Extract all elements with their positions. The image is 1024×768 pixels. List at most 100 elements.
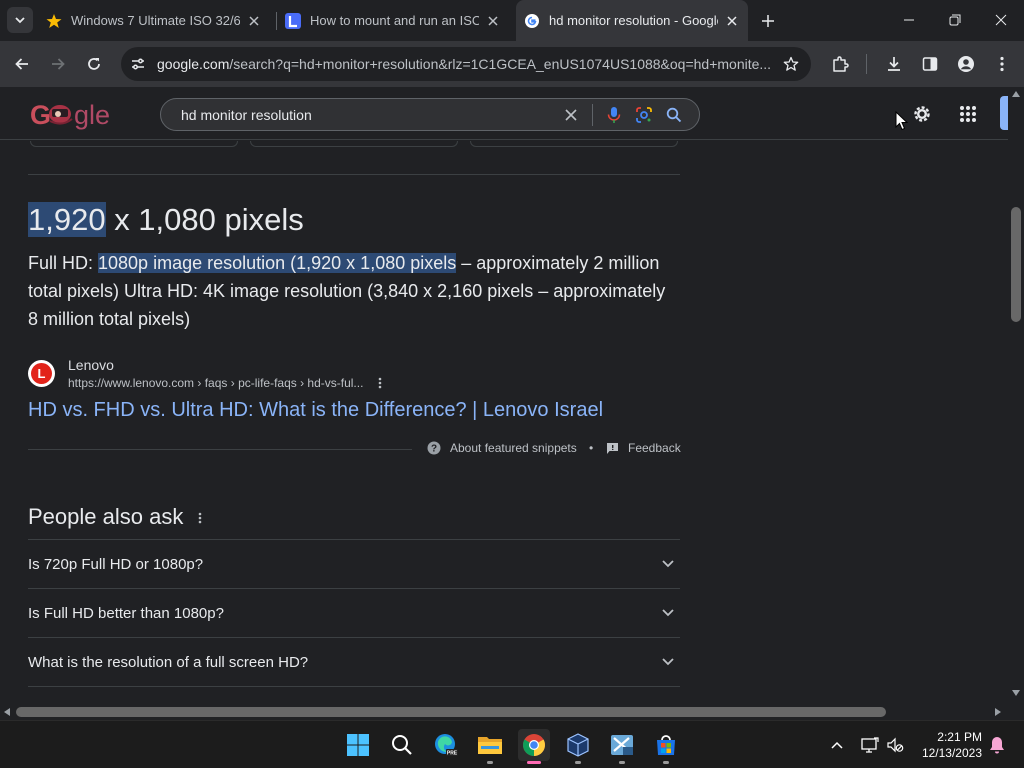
file-explorer-icon[interactable]	[474, 729, 506, 761]
letter-l-icon	[285, 12, 301, 29]
scroll-up-arrow-icon[interactable]	[1012, 91, 1020, 97]
footer-divider	[28, 449, 412, 450]
vertical-scrollbar-thumb[interactable]	[1011, 207, 1021, 322]
vertical-scrollbar[interactable]	[1008, 87, 1024, 704]
search-icon[interactable]	[386, 729, 418, 761]
show-hidden-icons-chevron-up-icon[interactable]	[822, 729, 852, 761]
close-tab-icon[interactable]	[485, 13, 501, 29]
close-window-button[interactable]	[978, 0, 1024, 40]
people-also-ask-heading: People also ask	[28, 504, 184, 529]
about-featured-snippets-link[interactable]: ? About featured snippets	[427, 441, 577, 455]
chevron-down-icon	[656, 650, 680, 674]
lenovo-favicon-icon: L	[28, 360, 55, 387]
virtualbox-icon[interactable]	[562, 729, 594, 761]
profile-button[interactable]	[952, 50, 980, 78]
site-settings-icon[interactable]	[125, 51, 151, 77]
volume-muted-icon[interactable]	[880, 729, 910, 761]
close-tab-icon[interactable]	[724, 13, 740, 29]
tab-title: Windows 7 Ultimate ISO 32/64-	[71, 13, 240, 28]
search-box[interactable]: hd monitor resolution	[160, 98, 700, 131]
chevron-down-icon	[15, 17, 25, 24]
chrome-menu-button[interactable]	[988, 50, 1016, 78]
page-content: G gle hd monitor resolution 1,920 x 1,08…	[0, 87, 1008, 704]
windows-start-icon[interactable]	[342, 729, 374, 761]
people-also-ask-question[interactable]: Is Full HD better than 1080p?	[28, 588, 680, 637]
running-indicator	[487, 761, 493, 764]
side-panel-button[interactable]	[916, 50, 944, 78]
question-text: Is 720p Full HD or 1080p?	[28, 555, 204, 573]
snippet-footer: ? About featured snippets • Feedback	[28, 439, 681, 459]
mouse-cursor-icon	[895, 111, 909, 131]
feedback-link[interactable]: Feedback	[606, 441, 681, 455]
forward-button[interactable]	[44, 50, 72, 78]
bookmark-star-icon[interactable]	[777, 50, 805, 78]
footer-separator-dot: •	[589, 441, 594, 455]
horizontal-scrollbar[interactable]	[0, 704, 1008, 720]
help-circle-icon: ?	[427, 441, 441, 455]
chrome-icon[interactable]	[518, 729, 550, 761]
horizontal-scrollbar-thumb[interactable]	[16, 707, 886, 717]
tab-title: How to mount and run an ISO f	[310, 13, 479, 28]
tab-search-button[interactable]	[7, 7, 33, 33]
system-clock[interactable]: 2:21 PM 12/13/2023	[912, 729, 982, 761]
google-doodle-logo[interactable]: G gle	[30, 99, 114, 131]
scroll-down-arrow-icon[interactable]	[1012, 690, 1020, 696]
result-card-stub	[30, 141, 238, 147]
microphone-icon[interactable]	[599, 100, 629, 130]
result-card-stub	[250, 141, 458, 147]
arrow-right-icon	[52, 58, 65, 70]
result-options-icon[interactable]	[373, 374, 387, 392]
tab-hd-monitor-resolution[interactable]: hd monitor resolution - Google	[516, 0, 748, 41]
svg-text:G: G	[30, 100, 51, 130]
people-also-ask-question[interactable]: Is 720p Full HD or 1080p?	[28, 539, 680, 588]
clear-search-icon[interactable]	[556, 100, 586, 130]
minimize-button[interactable]	[886, 0, 932, 40]
settings-gear-icon[interactable]	[907, 99, 937, 129]
running-indicator	[663, 761, 669, 764]
minimize-icon	[904, 19, 914, 21]
browser-toolbar: google.com/search?q=hd+monitor+resolutio…	[0, 41, 1024, 87]
tab-windows7-iso[interactable]: Windows 7 Ultimate ISO 32/64-	[38, 6, 270, 35]
microsoft-store-icon[interactable]	[650, 729, 682, 761]
chevron-down-icon	[656, 601, 680, 625]
back-button[interactable]	[8, 50, 36, 78]
running-indicator	[619, 761, 625, 764]
snipping-tool-icon[interactable]	[606, 729, 638, 761]
search-icon[interactable]	[659, 100, 689, 130]
restore-icon	[949, 14, 961, 26]
svg-text:gle: gle	[74, 100, 110, 130]
svg-text:?: ?	[431, 444, 437, 455]
google-apps-grid-icon[interactable]	[953, 99, 983, 129]
new-tab-button[interactable]	[757, 10, 779, 32]
address-bar[interactable]: google.com/search?q=hd+monitor+resolutio…	[121, 47, 811, 81]
tab-mount-iso[interactable]: How to mount and run an ISO f	[277, 6, 509, 35]
people-also-ask-question[interactable]: What is the resolution of a full screen …	[28, 637, 680, 686]
featured-snippet-answer: 1,920 x 1,080 pixels	[28, 202, 304, 237]
chevron-down-icon	[656, 552, 680, 576]
restore-button[interactable]	[932, 0, 978, 40]
extensions-button[interactable]	[826, 50, 854, 78]
featured-snippet-text: Full HD: 1080p image resolution (1,920 x…	[28, 253, 666, 329]
puzzle-piece-icon	[833, 56, 849, 72]
result-title-link[interactable]: HD vs. FHD vs. Ultra HD: What is the Dif…	[28, 399, 603, 422]
vertical-dots-icon	[1000, 56, 1004, 72]
scroll-right-arrow-icon[interactable]	[995, 708, 1001, 716]
edge-preview-icon[interactable]: PRE	[430, 729, 462, 761]
active-indicator	[527, 761, 541, 764]
notification-bell-icon[interactable]	[984, 729, 1010, 761]
downloads-button[interactable]	[880, 50, 908, 78]
close-tab-icon[interactable]	[246, 13, 262, 29]
scroll-left-arrow-icon[interactable]	[4, 708, 10, 716]
search-input[interactable]: hd monitor resolution	[181, 107, 556, 123]
source-url: https://www.lenovo.com › faqs › pc-life-…	[68, 376, 364, 390]
google-icon	[524, 13, 540, 29]
result-card-stub	[470, 141, 678, 147]
toolbar-divider	[866, 54, 867, 74]
scrollbar-corner	[1008, 704, 1024, 720]
reload-button[interactable]	[80, 50, 108, 78]
sign-in-button-edge[interactable]	[1000, 96, 1008, 130]
reload-icon	[88, 58, 100, 70]
tab-title: hd monitor resolution - Google	[549, 13, 718, 28]
google-lens-icon[interactable]	[629, 100, 659, 130]
people-also-ask-options-icon[interactable]	[193, 509, 207, 527]
